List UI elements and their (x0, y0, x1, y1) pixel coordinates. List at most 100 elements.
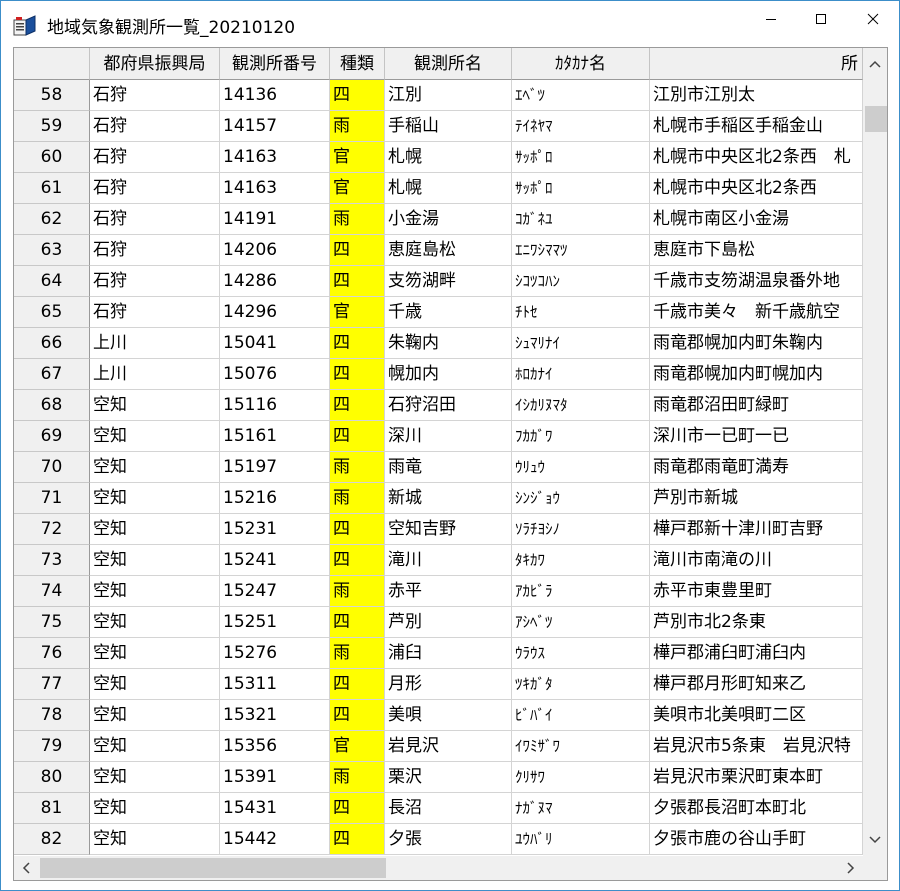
address-cell[interactable]: 樺戸郡月形町知来乙 (650, 669, 863, 700)
type-cell[interactable]: 四 (330, 607, 385, 638)
station-name-cell[interactable]: 岩見沢 (385, 731, 512, 762)
katakana-name-cell[interactable]: ｼｭﾏﾘﾅｲ (512, 328, 650, 359)
row-header-cell[interactable]: 81 (14, 793, 90, 824)
address-cell[interactable]: 樺戸郡新十津川町吉野 (650, 514, 863, 545)
katakana-name-cell[interactable]: ｲﾜﾐｻﾞﾜ (512, 731, 650, 762)
type-cell[interactable]: 官 (330, 173, 385, 204)
prefecture-cell[interactable]: 空知 (90, 669, 220, 700)
row-header-cell[interactable]: 74 (14, 576, 90, 607)
station-number-cell[interactable]: 15161 (220, 421, 330, 452)
katakana-name-cell[interactable]: ｱｼﾍﾞﾂ (512, 607, 650, 638)
katakana-name-cell[interactable]: ﾀｷｶﾜ (512, 545, 650, 576)
station-name-cell[interactable]: 札幌 (385, 142, 512, 173)
row-header-cell[interactable]: 59 (14, 111, 90, 142)
column-header-station-name[interactable]: 観測所名 (385, 48, 512, 80)
table-row[interactable]: 82 空知 15442 四夕張 ﾕｳﾊﾞﾘ 夕張市鹿の谷山手町 (14, 824, 863, 855)
station-number-cell[interactable]: 15251 (220, 607, 330, 638)
address-cell[interactable]: 雨竜郡幌加内町朱鞠内 (650, 328, 863, 359)
prefecture-cell[interactable]: 空知 (90, 483, 220, 514)
column-header-station-number[interactable]: 観測所番号 (220, 48, 330, 80)
type-cell[interactable]: 四 (330, 669, 385, 700)
column-header-type[interactable]: 種類 (330, 48, 385, 80)
address-cell[interactable]: 芦別市北2条東 (650, 607, 863, 638)
station-name-cell[interactable]: 小金湯 (385, 204, 512, 235)
type-cell[interactable]: 四 (330, 793, 385, 824)
address-cell[interactable]: 岩見沢市5条東 岩見沢特 (650, 731, 863, 762)
station-name-cell[interactable]: 浦臼 (385, 638, 512, 669)
address-cell[interactable]: 恵庭市下島松 (650, 235, 863, 266)
katakana-name-cell[interactable]: ﾌｶｶﾞﾜ (512, 421, 650, 452)
type-cell[interactable]: 四 (330, 700, 385, 731)
type-cell[interactable]: 四 (330, 266, 385, 297)
column-header-address[interactable]: 所 (650, 48, 863, 80)
station-number-cell[interactable]: 15391 (220, 762, 330, 793)
address-cell[interactable]: 滝川市南滝の川 (650, 545, 863, 576)
katakana-name-cell[interactable]: ﾅｶﾞﾇﾏ (512, 793, 650, 824)
row-header-cell[interactable]: 58 (14, 80, 90, 111)
katakana-name-cell[interactable]: ｺｶﾞﾈﾕ (512, 204, 650, 235)
station-name-cell[interactable]: 手稲山 (385, 111, 512, 142)
row-header-cell[interactable]: 60 (14, 142, 90, 173)
station-name-cell[interactable]: 長沼 (385, 793, 512, 824)
station-name-cell[interactable]: 月形 (385, 669, 512, 700)
row-header-cell[interactable]: 76 (14, 638, 90, 669)
table-row[interactable]: 63 石狩 14206 四恵庭島松 ｴﾆﾜｼﾏﾏﾂ 恵庭市下島松 (14, 235, 863, 266)
katakana-name-cell[interactable]: ﾕｳﾊﾞﾘ (512, 824, 650, 855)
station-number-cell[interactable]: 14296 (220, 297, 330, 328)
katakana-name-cell[interactable]: ｴﾆﾜｼﾏﾏﾂ (512, 235, 650, 266)
address-cell[interactable]: 赤平市東豊里町 (650, 576, 863, 607)
station-number-cell[interactable]: 15116 (220, 390, 330, 421)
row-header-cell[interactable]: 71 (14, 483, 90, 514)
prefecture-cell[interactable]: 空知 (90, 421, 220, 452)
katakana-name-cell[interactable]: ｴﾍﾞﾂ (512, 80, 650, 111)
station-name-cell[interactable]: 滝川 (385, 545, 512, 576)
row-header-cell[interactable]: 69 (14, 421, 90, 452)
katakana-name-cell[interactable]: ｻｯﾎﾟﾛ (512, 173, 650, 204)
prefecture-cell[interactable]: 空知 (90, 390, 220, 421)
address-cell[interactable]: 深川市一已町一已 (650, 421, 863, 452)
prefecture-cell[interactable]: 石狩 (90, 266, 220, 297)
address-cell[interactable]: 千歳市美々 新千歳航空 (650, 297, 863, 328)
prefecture-cell[interactable]: 空知 (90, 514, 220, 545)
corner-header-cell[interactable] (14, 48, 90, 80)
station-name-cell[interactable]: 夕張 (385, 824, 512, 855)
table-row[interactable]: 65 石狩 14296 官千歳 ﾁﾄｾ 千歳市美々 新千歳航空 (14, 297, 863, 328)
prefecture-cell[interactable]: 石狩 (90, 204, 220, 235)
prefecture-cell[interactable]: 空知 (90, 731, 220, 762)
prefecture-cell[interactable]: 空知 (90, 700, 220, 731)
katakana-name-cell[interactable]: ｳﾘｭｳ (512, 452, 650, 483)
station-number-cell[interactable]: 14206 (220, 235, 330, 266)
station-number-cell[interactable]: 14191 (220, 204, 330, 235)
station-number-cell[interactable]: 15076 (220, 359, 330, 390)
station-number-cell[interactable]: 15321 (220, 700, 330, 731)
prefecture-cell[interactable]: 空知 (90, 452, 220, 483)
table-row[interactable]: 67 上川 15076 四幌加内 ﾎﾛｶﾅｲ 雨竜郡幌加内町幌加内 (14, 359, 863, 390)
station-number-cell[interactable]: 15276 (220, 638, 330, 669)
station-number-cell[interactable]: 15197 (220, 452, 330, 483)
address-cell[interactable]: 札幌市手稲区手稲金山 (650, 111, 863, 142)
address-cell[interactable]: 雨竜郡沼田町緑町 (650, 390, 863, 421)
type-cell[interactable]: 四 (330, 421, 385, 452)
table-row[interactable]: 79 空知 15356 官岩見沢 ｲﾜﾐｻﾞﾜ 岩見沢市5条東 岩見沢特 (14, 731, 863, 762)
scroll-down-arrow-icon[interactable] (863, 824, 887, 856)
prefecture-cell[interactable]: 空知 (90, 576, 220, 607)
address-cell[interactable]: 千歳市支笏湖温泉番外地 (650, 266, 863, 297)
address-cell[interactable]: 樺戸郡浦臼町浦臼内 (650, 638, 863, 669)
row-header-cell[interactable]: 62 (14, 204, 90, 235)
address-cell[interactable]: 江別市江別太 (650, 80, 863, 111)
prefecture-cell[interactable]: 空知 (90, 824, 220, 855)
katakana-name-cell[interactable]: ｳﾗｳｽ (512, 638, 650, 669)
station-name-cell[interactable]: 深川 (385, 421, 512, 452)
station-number-cell[interactable]: 15247 (220, 576, 330, 607)
station-number-cell[interactable]: 15431 (220, 793, 330, 824)
station-name-cell[interactable]: 雨竜 (385, 452, 512, 483)
station-number-cell[interactable]: 15231 (220, 514, 330, 545)
address-cell[interactable]: 夕張郡長沼町本町北 (650, 793, 863, 824)
katakana-name-cell[interactable]: ﾁﾄｾ (512, 297, 650, 328)
type-cell[interactable]: 官 (330, 731, 385, 762)
station-name-cell[interactable]: 江別 (385, 80, 512, 111)
table-row[interactable]: 70 空知 15197 雨雨竜 ｳﾘｭｳ 雨竜郡雨竜町満寿 (14, 452, 863, 483)
table-row[interactable]: 69 空知 15161 四深川 ﾌｶｶﾞﾜ 深川市一已町一已 (14, 421, 863, 452)
row-header-cell[interactable]: 78 (14, 700, 90, 731)
row-header-cell[interactable]: 75 (14, 607, 90, 638)
